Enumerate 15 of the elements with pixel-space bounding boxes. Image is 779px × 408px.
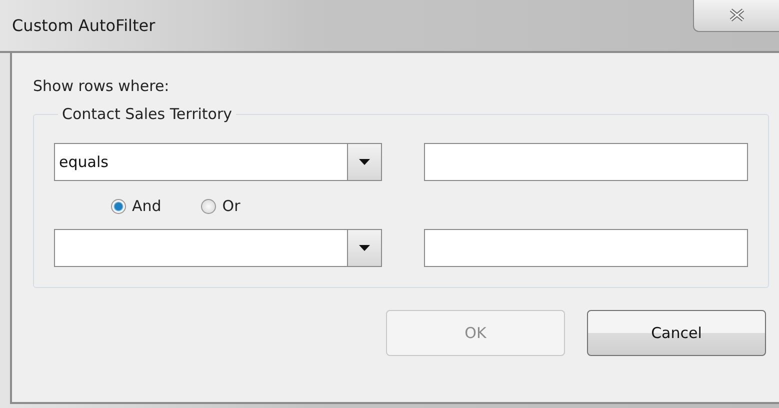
radio-option[interactable]: Or xyxy=(201,197,240,215)
caret-icon xyxy=(359,159,370,165)
value-field[interactable] xyxy=(424,229,748,267)
dropdown-button[interactable] xyxy=(347,230,381,266)
operator-dropdown[interactable]: equals xyxy=(54,143,382,181)
close-icon xyxy=(728,8,746,22)
close-button[interactable] xyxy=(693,0,779,32)
prompt-label: Show rows where: xyxy=(33,77,170,95)
value-field[interactable] xyxy=(424,143,748,181)
group-label: Contact Sales Territory xyxy=(61,105,234,123)
dropdown-button[interactable] xyxy=(347,144,381,180)
window-title: Custom AutoFilter xyxy=(12,16,156,35)
radio-option[interactable]: And xyxy=(111,197,162,215)
dialog-button[interactable]: Cancel xyxy=(587,310,766,356)
caret-icon xyxy=(359,245,370,251)
